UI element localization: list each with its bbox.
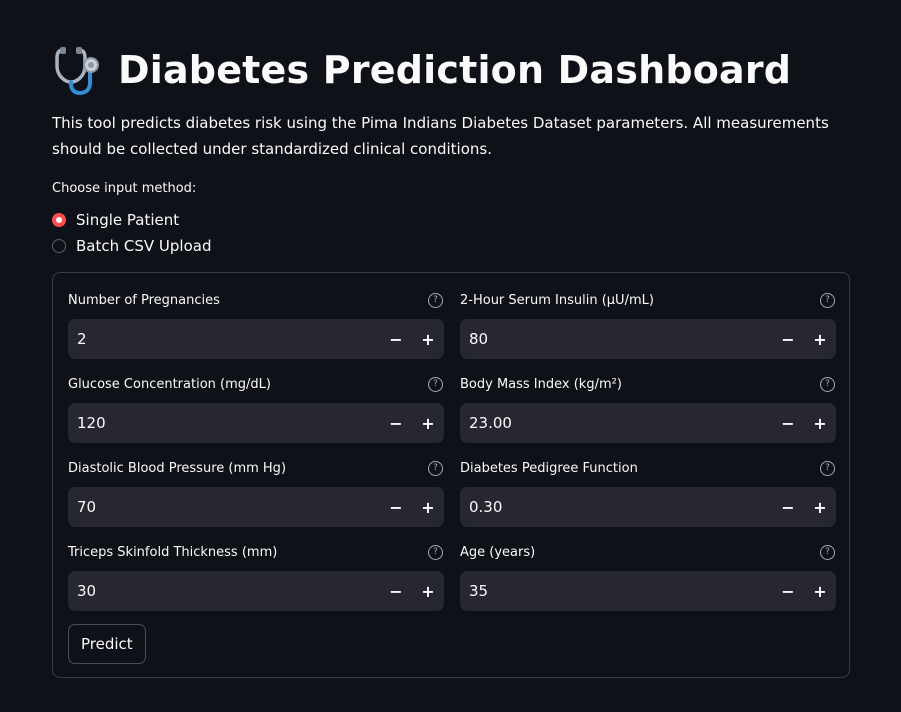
app-page: Diabetes Prediction Dashboard This tool … <box>0 0 901 712</box>
decrement-button[interactable]: − <box>380 571 412 611</box>
decrement-button[interactable]: − <box>772 403 804 443</box>
increment-button[interactable]: + <box>412 487 444 527</box>
radio-unselected-icon <box>52 239 66 253</box>
pedigree-number-input[interactable]: 0.30 − + <box>460 487 836 527</box>
radio-batch-csv-upload[interactable]: Batch CSV Upload <box>52 233 211 259</box>
field-pregnancies: Number of Pregnancies ? 2 − + <box>68 290 444 359</box>
field-label: Triceps Skinfold Thickness (mm) <box>68 544 278 560</box>
radio-single-patient[interactable]: Single Patient <box>52 207 211 233</box>
field-label: Diastolic Blood Pressure (mm Hg) <box>68 460 287 476</box>
input-value[interactable]: 30 <box>68 582 380 600</box>
field-label: Glucose Concentration (mg/dL) <box>68 376 271 392</box>
field-insulin: 2-Hour Serum Insulin (µU/mL) ? 80 − + <box>460 290 836 359</box>
age-number-input[interactable]: 35 − + <box>460 571 836 611</box>
help-icon[interactable]: ? <box>428 544 443 560</box>
decrement-button[interactable]: − <box>380 319 412 359</box>
help-icon[interactable]: ? <box>820 292 835 308</box>
decrement-button[interactable]: − <box>772 571 804 611</box>
page-description: This tool predicts diabetes risk using t… <box>52 114 829 158</box>
help-icon[interactable]: ? <box>820 460 835 476</box>
input-value[interactable]: 80 <box>460 330 772 348</box>
input-value[interactable]: 2 <box>68 330 380 348</box>
field-pedigree: Diabetes Pedigree Function ? 0.30 − + <box>460 458 836 527</box>
glucose-number-input[interactable]: 120 − + <box>68 403 444 443</box>
increment-button[interactable]: + <box>412 403 444 443</box>
radio-selected-icon <box>52 213 66 227</box>
help-icon[interactable]: ? <box>428 292 443 308</box>
field-age: Age (years) ? 35 − + <box>460 542 836 611</box>
radio-option-label: Batch CSV Upload <box>76 237 212 255</box>
increment-button[interactable]: + <box>804 571 836 611</box>
field-bmi: Body Mass Index (kg/m²) ? 23.00 − + <box>460 374 836 443</box>
predict-button[interactable]: Predict <box>68 624 146 664</box>
page-title: Diabetes Prediction Dashboard <box>118 48 792 92</box>
title-row: Diabetes Prediction Dashboard <box>52 40 791 100</box>
patient-form: Number of Pregnancies ? 2 − + 2-Hour Ser… <box>52 272 850 678</box>
increment-button[interactable]: + <box>412 319 444 359</box>
decrement-button[interactable]: − <box>380 487 412 527</box>
increment-button[interactable]: + <box>412 571 444 611</box>
input-value[interactable]: 35 <box>460 582 772 600</box>
help-icon[interactable]: ? <box>428 460 443 476</box>
field-label: 2-Hour Serum Insulin (µU/mL) <box>460 292 654 308</box>
field-blood-pressure: Diastolic Blood Pressure (mm Hg) ? 70 − … <box>68 458 444 527</box>
decrement-button[interactable]: − <box>772 487 804 527</box>
input-method-radio-group: Single Patient Batch CSV Upload <box>52 207 211 259</box>
input-method-label: Choose input method: <box>52 181 197 196</box>
field-label: Body Mass Index (kg/m²) <box>460 376 622 392</box>
field-glucose: Glucose Concentration (mg/dL) ? 120 − + <box>68 374 444 443</box>
help-icon[interactable]: ? <box>820 376 835 392</box>
input-value[interactable]: 120 <box>68 414 380 432</box>
radio-option-label: Single Patient <box>76 211 180 229</box>
decrement-button[interactable]: − <box>772 319 804 359</box>
input-value[interactable]: 70 <box>68 498 380 516</box>
insulin-number-input[interactable]: 80 − + <box>460 319 836 359</box>
increment-button[interactable]: + <box>804 487 836 527</box>
help-icon[interactable]: ? <box>820 544 835 560</box>
help-icon[interactable]: ? <box>428 376 443 392</box>
decrement-button[interactable]: − <box>380 403 412 443</box>
blood-pressure-number-input[interactable]: 70 − + <box>68 487 444 527</box>
input-value[interactable]: 0.30 <box>460 498 772 516</box>
field-label: Diabetes Pedigree Function <box>460 460 638 476</box>
increment-button[interactable]: + <box>804 403 836 443</box>
stethoscope-icon <box>52 43 106 97</box>
increment-button[interactable]: + <box>804 319 836 359</box>
bmi-number-input[interactable]: 23.00 − + <box>460 403 836 443</box>
pregnancies-number-input[interactable]: 2 − + <box>68 319 444 359</box>
field-label: Age (years) <box>460 544 536 560</box>
skinfold-number-input[interactable]: 30 − + <box>68 571 444 611</box>
field-label: Number of Pregnancies <box>68 292 220 308</box>
field-skinfold: Triceps Skinfold Thickness (mm) ? 30 − + <box>68 542 444 611</box>
input-value[interactable]: 23.00 <box>460 414 772 432</box>
